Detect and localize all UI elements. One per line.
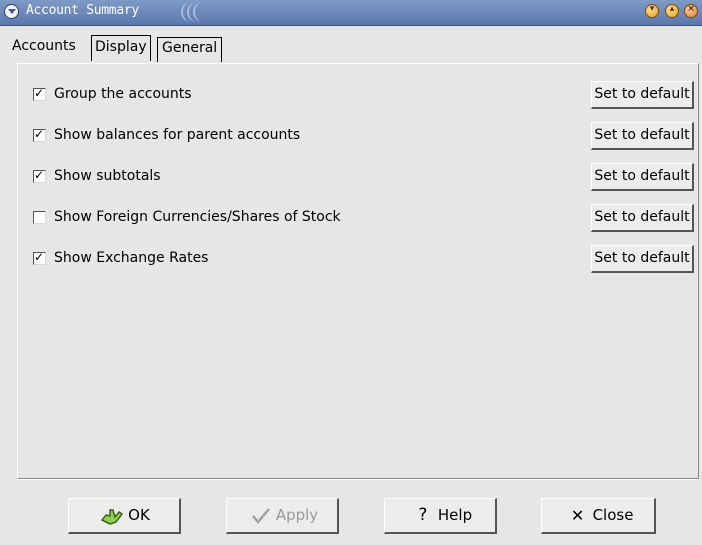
option-row: ✓ Show Exchange Rates Set to default bbox=[33, 245, 694, 273]
set-to-default-button[interactable]: Set to default bbox=[591, 245, 694, 273]
checkmark-icon: ✓ bbox=[34, 250, 45, 264]
help-label: Help bbox=[437, 506, 473, 524]
ok-button[interactable]: OK bbox=[68, 498, 181, 534]
window-title: Account Summary bbox=[26, 3, 139, 18]
checkmark-icon: ✓ bbox=[34, 86, 45, 100]
tab-display[interactable]: Display bbox=[91, 35, 151, 61]
window-menu-icon[interactable] bbox=[4, 4, 19, 19]
option-label: Show subtotals bbox=[54, 168, 161, 184]
set-to-default-button[interactable]: Set to default bbox=[591, 204, 694, 232]
set-to-default-button[interactable]: Set to default bbox=[591, 163, 694, 191]
close-icon[interactable]: × bbox=[684, 4, 698, 18]
help-button[interactable]: ? Help bbox=[384, 498, 497, 534]
tab-general[interactable]: General bbox=[157, 37, 223, 62]
show-exchange-rates-checkbox[interactable]: ✓ bbox=[33, 250, 46, 265]
title-bar[interactable]: Account Summary ▾ ▴ × bbox=[0, 0, 702, 26]
apply-label: Apply bbox=[275, 506, 319, 524]
option-label: Show Exchange Rates bbox=[54, 250, 209, 266]
button-bar: OK Apply ? Help ✕ Close bbox=[0, 479, 702, 545]
show-subtotals-checkbox[interactable]: ✓ bbox=[33, 168, 46, 183]
show-foreign-currencies-checkbox[interactable] bbox=[33, 211, 46, 224]
apply-button[interactable]: Apply bbox=[226, 498, 339, 534]
set-to-default-button[interactable]: Set to default bbox=[591, 81, 694, 109]
checkmark-icon: ✓ bbox=[34, 127, 45, 141]
minimize-icon[interactable]: ▾ bbox=[645, 4, 659, 18]
question-icon: ? bbox=[418, 505, 428, 525]
ok-label: OK bbox=[128, 506, 150, 524]
option-label: Group the accounts bbox=[54, 86, 192, 102]
x-icon: ✕ bbox=[570, 506, 585, 525]
option-label: Show balances for parent accounts bbox=[54, 127, 301, 143]
option-row: ✓ Group the accounts Set to default bbox=[33, 81, 694, 109]
option-row: ✓ Show balances for parent accounts Set … bbox=[33, 122, 694, 150]
ok-hand-icon bbox=[98, 499, 128, 532]
close-label: Close bbox=[592, 506, 634, 524]
group-accounts-checkbox[interactable]: ✓ bbox=[33, 86, 46, 101]
divider bbox=[17, 479, 699, 480]
option-row: ✓ Show subtotals Set to default bbox=[33, 163, 694, 191]
option-row: Show Foreign Currencies/Shares of Stock … bbox=[33, 204, 694, 232]
tab-accounts[interactable]: Accounts bbox=[8, 34, 80, 61]
title-decoration bbox=[193, 2, 225, 22]
close-button[interactable]: ✕ Close bbox=[541, 498, 656, 534]
option-label: Show Foreign Currencies/Shares of Stock bbox=[54, 209, 341, 225]
checkmark-icon: ✓ bbox=[34, 168, 45, 182]
checkmark-icon bbox=[246, 499, 276, 532]
set-to-default-button[interactable]: Set to default bbox=[591, 122, 694, 150]
show-balances-checkbox[interactable]: ✓ bbox=[33, 127, 46, 142]
maximize-icon[interactable]: ▴ bbox=[665, 4, 679, 18]
